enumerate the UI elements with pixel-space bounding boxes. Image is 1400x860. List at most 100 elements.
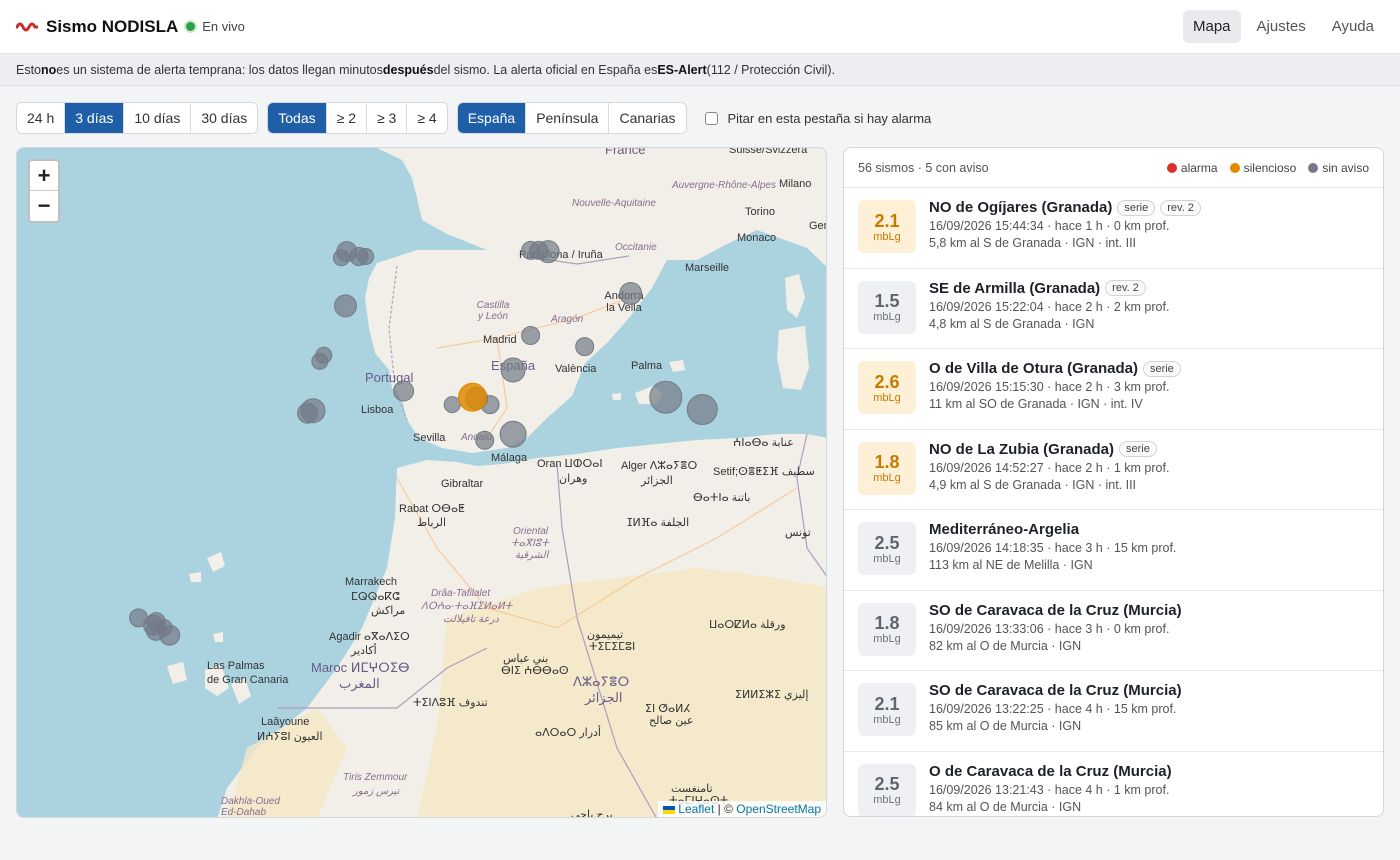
legend-sin-aviso: sin aviso — [1308, 161, 1369, 175]
time-3d-button[interactable]: 3 días — [65, 103, 125, 133]
quake-list-item[interactable]: 2.5 mbLg O de Caravaca de la Cruz (Murci… — [844, 752, 1383, 817]
quake-info: Mediterráneo-Argelia 16/09/2026 14:18:35… — [929, 521, 1176, 579]
nav-ajustes[interactable]: Ajustes — [1247, 10, 1316, 43]
quake-place: SO de Caravaca de la Cruz (Murcia) — [929, 682, 1182, 699]
quake-list-item[interactable]: 2.6 mbLg O de Villa de Otura (Granada) se… — [844, 349, 1383, 430]
quake-list-item[interactable]: 1.5 mbLg SE de Armilla (Granada) rev. 2 1… — [844, 269, 1383, 349]
legend-dot-alarma — [1166, 162, 1177, 173]
ukraine-flag-icon — [662, 805, 675, 814]
quake-list-item[interactable]: 1.8 mbLg SO de Caravaca de la Cruz (Murc… — [844, 591, 1383, 671]
quake-marker[interactable] — [393, 380, 415, 402]
time-24h-button[interactable]: 24 h — [17, 103, 66, 133]
quake-tag: serie — [1142, 360, 1181, 377]
region-canarias-button[interactable]: Canarias — [609, 103, 686, 133]
zoom-out-button[interactable]: − — [30, 191, 58, 221]
map-view[interactable]: France Suisse/Svizzera Auvergne-Rhône-Al… — [16, 147, 827, 818]
brand[interactable]: Sismo NODISLA — [16, 17, 178, 37]
quake-place-row: SE de Armilla (Granada) rev. 2 — [929, 280, 1169, 297]
quake-location-source: 5,8 km al S de Granada · IGN · int. III — [929, 236, 1137, 250]
live-dot-icon — [184, 20, 198, 33]
quake-info: SO de Caravaca de la Cruz (Murcia) 16/09… — [929, 602, 1182, 660]
magnitude-badge: 2.1 mbLg — [858, 683, 916, 736]
magnitude-unit: mbLg — [873, 552, 901, 565]
quake-list-item[interactable]: 1.8 mbLg NO de La Zubia (Granada) serie 1… — [844, 430, 1383, 510]
live-status: En vivo — [184, 19, 245, 34]
quake-time-depth: 16/09/2026 15:15:30 · hace 2 h · 3 km pr… — [929, 380, 1170, 394]
mag-all-button[interactable]: Todas — [268, 103, 327, 133]
quake-info: NO de Ogíjares (Granada) serie rev. 2 16/0… — [929, 199, 1201, 257]
osm-link[interactable]: OpenStreetMap — [736, 802, 821, 816]
quake-location-source: 82 km al O de Murcia · IGN — [929, 638, 1082, 653]
quake-marker[interactable] — [458, 382, 487, 412]
quake-place: NO de Ogíjares (Granada) — [929, 199, 1113, 216]
zoom-control: + − — [28, 159, 60, 223]
notice-bold-2: después — [382, 62, 434, 77]
quake-marker[interactable] — [332, 249, 350, 267]
time-30d-button[interactable]: 30 días — [191, 103, 258, 133]
region-peninsula-button[interactable]: Península — [526, 103, 610, 133]
magnitude-value: 1.5 — [874, 291, 900, 311]
mag-2-button[interactable]: ≥ 2 — [326, 103, 367, 133]
magnitude-value: 1.8 — [874, 613, 900, 633]
disclaimer-notice: Esto no es un sistema de alerta temprana… — [0, 54, 1400, 86]
quake-marker[interactable] — [575, 337, 595, 357]
quake-location-source: 113 km al NE de Melilla · IGN — [929, 558, 1093, 572]
magnitude-unit: mbLg — [873, 230, 901, 243]
quake-marker[interactable] — [475, 430, 495, 450]
quake-marker[interactable] — [499, 420, 527, 448]
quake-place-row: Mediterráneo-Argelia — [929, 521, 1176, 538]
notice-text-4: (112 / Protección Civil). — [706, 62, 835, 77]
time-10d-button[interactable]: 10 días — [124, 103, 192, 133]
magnitude-badge: 1.5 mbLg — [858, 280, 916, 334]
quake-marker[interactable] — [297, 402, 319, 424]
quake-list: 2.1 mbLg NO de Ogíjares (Granada) serie re… — [844, 188, 1383, 817]
quake-place: O de Villa de Otura (Granada) — [929, 360, 1138, 377]
quake-list-item[interactable]: 2.1 mbLg SO de Caravaca de la Cruz (Murc… — [844, 671, 1383, 752]
quake-marker[interactable] — [155, 619, 173, 637]
quake-time-depth: 16/09/2026 14:18:35 · hace 3 h · 15 km p… — [929, 541, 1177, 555]
quake-list-item[interactable]: 2.1 mbLg NO de Ogíjares (Granada) serie re… — [844, 188, 1383, 269]
quake-summary: 56 sismos · 5 con aviso — [858, 160, 989, 175]
quake-marker[interactable] — [443, 396, 461, 414]
nav-ayuda[interactable]: Ayuda — [1322, 10, 1384, 43]
nav-mapa[interactable]: Mapa — [1183, 10, 1241, 43]
quake-time-depth: 16/09/2026 15:44:34 · hace 1 h · 0 km pr… — [929, 219, 1170, 233]
legend-label-alarma: alarma — [1180, 160, 1218, 175]
quake-tag: rev. 2 — [1105, 280, 1146, 296]
quake-place-row: SO de Caravaca de la Cruz (Murcia) — [929, 602, 1182, 619]
quake-time-depth: 16/09/2026 13:22:25 · hace 4 h · 15 km p… — [929, 702, 1177, 716]
quake-marker[interactable] — [686, 394, 718, 425]
main-nav: Mapa Ajustes Ayuda — [1183, 10, 1384, 43]
quake-time-depth: 16/09/2026 13:33:06 · hace 3 h · 0 km pr… — [929, 621, 1170, 636]
quake-marker[interactable] — [649, 380, 683, 414]
quake-place: NO de La Zubia (Granada) — [929, 440, 1115, 458]
quake-marker[interactable] — [521, 326, 541, 345]
leaflet-link[interactable]: Leaflet — [678, 802, 714, 816]
region-espana-button[interactable]: España — [457, 103, 527, 133]
quake-info: O de Villa de Otura (Granada) serie 16/09… — [929, 360, 1181, 418]
beep-toggle[interactable]: Pitar en esta pestaña si hay alarma — [704, 111, 931, 126]
notice-text-2: es un sistema de alerta temprana: los da… — [56, 62, 383, 77]
quake-marker[interactable] — [311, 352, 329, 370]
quake-marker[interactable] — [357, 248, 375, 265]
legend-label-silencioso: silencioso — [1243, 160, 1297, 175]
mag-4-button[interactable]: ≥ 4 — [407, 103, 447, 133]
quake-place-row: NO de La Zubia (Granada) serie — [929, 441, 1169, 458]
quake-place: SO de Caravaca de la Cruz (Murcia) — [929, 601, 1182, 619]
magnitude-value: 1.8 — [874, 452, 900, 472]
filter-bar: 24 h 3 días 10 días 30 días Todas ≥ 2 ≥ … — [16, 102, 931, 134]
quake-marker[interactable] — [500, 357, 526, 383]
magnitude-value: 2.6 — [874, 371, 900, 392]
magnitude-value: 2.1 — [874, 693, 900, 714]
zoom-in-button[interactable]: + — [30, 161, 58, 191]
quake-marker[interactable] — [619, 282, 643, 305]
beep-checkbox[interactable] — [704, 111, 718, 125]
quake-marker[interactable] — [334, 294, 357, 318]
mag-3-button[interactable]: ≥ 3 — [366, 103, 408, 133]
map-attribution: Leaflet | © OpenStreetMap — [657, 801, 826, 817]
quake-marker[interactable] — [536, 240, 560, 264]
quake-info: SE de Armilla (Granada) rev. 2 16/09/2026… — [929, 280, 1169, 338]
quake-info: O de Caravaca de la Cruz (Murcia) 16/09/… — [929, 763, 1172, 817]
quake-list-item[interactable]: 2.5 mbLg Mediterráneo-Argelia 16/09/2026… — [844, 510, 1383, 591]
quake-tag: rev. 2 — [1160, 199, 1201, 216]
